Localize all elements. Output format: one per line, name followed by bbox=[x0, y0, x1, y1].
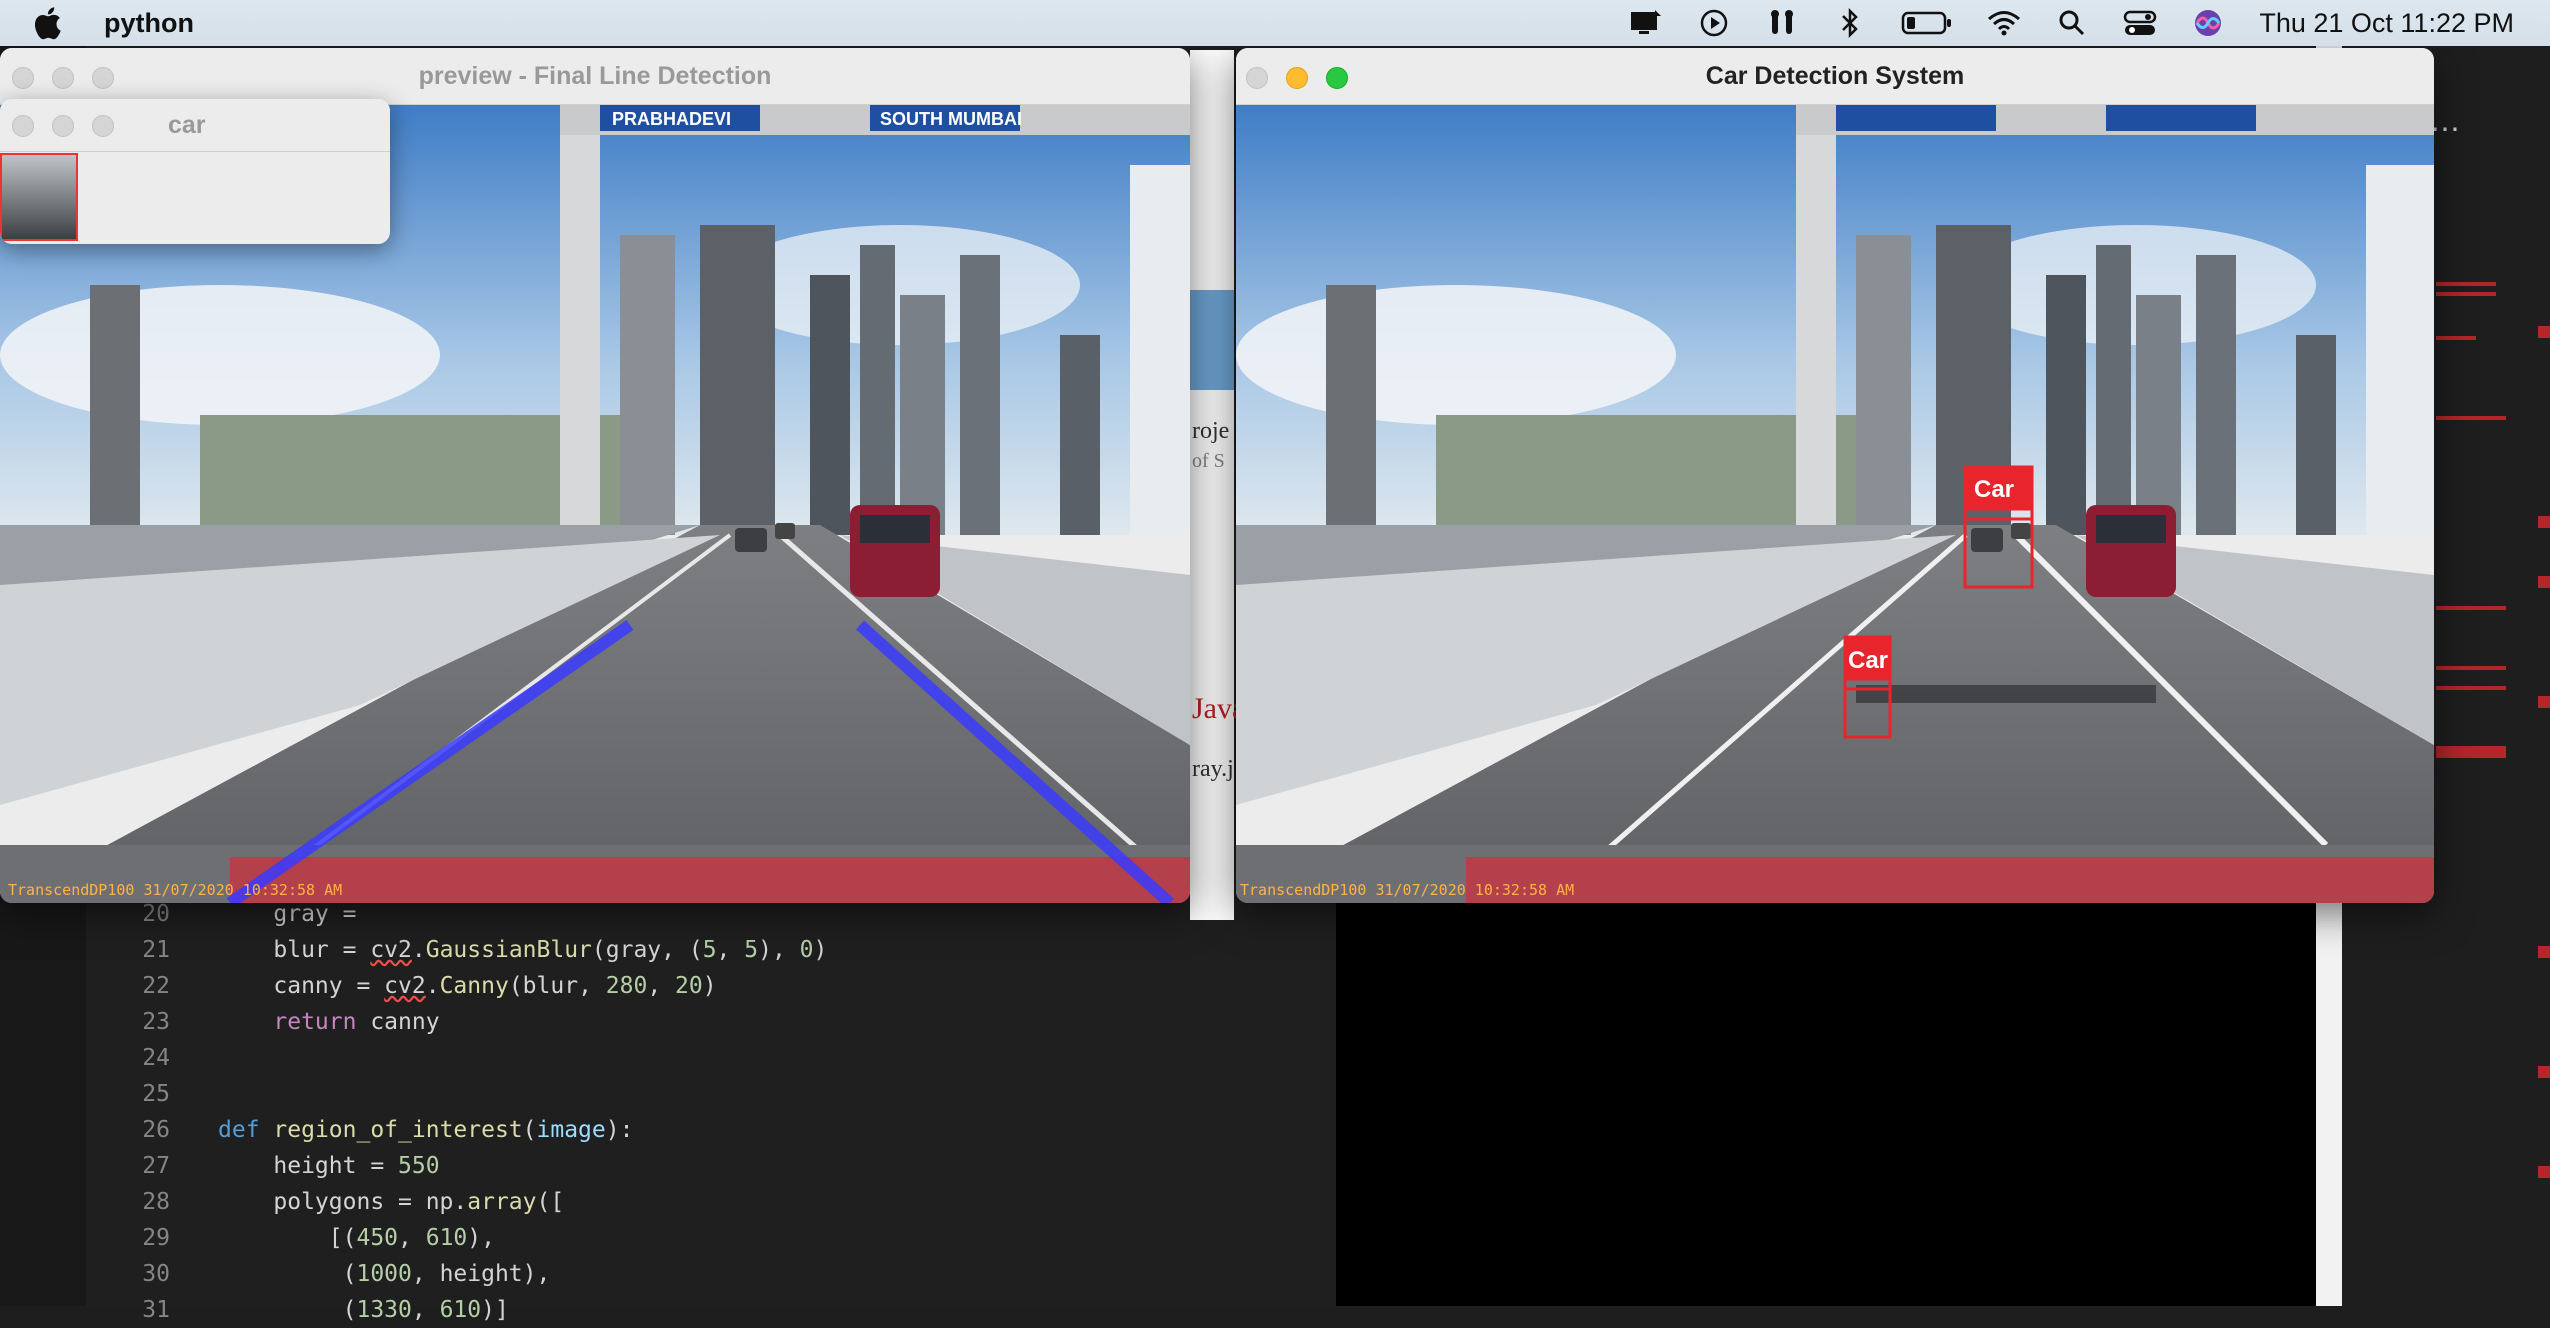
clock[interactable]: Thu 21 Oct 11:22 PM bbox=[2259, 8, 2514, 39]
code-line-24: 24 bbox=[142, 1045, 170, 1071]
window-title: car bbox=[168, 111, 206, 139]
control-center-icon[interactable] bbox=[2123, 8, 2157, 38]
play-icon[interactable] bbox=[1697, 8, 1731, 38]
detection-label-1: Car bbox=[1974, 476, 2014, 503]
app-name[interactable]: python bbox=[104, 8, 194, 39]
code-line-28: 28 polygons = np.array([ bbox=[142, 1189, 565, 1215]
code-line-26: 26 def region_of_interest(image): bbox=[142, 1117, 634, 1143]
sign-left: PRABHADEVI bbox=[612, 109, 731, 129]
battery-icon[interactable] bbox=[1901, 8, 1953, 38]
car-window[interactable]: car bbox=[0, 99, 390, 244]
window-title: preview - Final Line Detection bbox=[418, 62, 772, 90]
wifi-icon[interactable] bbox=[1987, 8, 2021, 38]
code-line-25: 25 bbox=[142, 1081, 170, 1107]
code-line-23: 23 return canny bbox=[142, 1009, 440, 1035]
background-window bbox=[1190, 50, 1234, 920]
code-line-31: 31 (1330, 610)] bbox=[142, 1297, 509, 1323]
more-actions-icon[interactable]: ⋯ bbox=[2430, 112, 2460, 147]
background-text-4: ray.j bbox=[1192, 756, 1234, 782]
bluetooth-icon[interactable] bbox=[1833, 8, 1867, 38]
search-icon[interactable] bbox=[2055, 8, 2089, 38]
sign-right: SOUTH MUMBAI bbox=[880, 109, 1022, 129]
window-title: Car Detection System bbox=[1705, 62, 1965, 90]
detection-label-2: Car bbox=[1848, 647, 1888, 674]
code-line-30: 30 (1000, height), bbox=[142, 1261, 551, 1287]
terminal-panel[interactable] bbox=[1336, 896, 2316, 1306]
car-detection-frame: Car Car TranscendDP100 31/07/2020 10:32:… bbox=[1236, 105, 2434, 903]
code-line-22: 22 canny = cv2.Canny(blur, 280, 20) bbox=[142, 973, 717, 999]
menu-bar: python Thu 21 Oct 11:22 PM bbox=[0, 0, 2550, 46]
airpods-icon[interactable] bbox=[1765, 8, 1799, 38]
background-text-2: of S bbox=[1192, 450, 1225, 472]
code-line-27: 27 height = 550 bbox=[142, 1153, 440, 1179]
code-line-29: 29 [(450, 610), bbox=[142, 1225, 495, 1251]
timestamp: TranscendDP100 31/07/2020 10:32:58 AM bbox=[1240, 881, 1574, 899]
background-text-1: roje bbox=[1192, 418, 1230, 444]
timestamp: TranscendDP100 31/07/2020 10:32:58 AM bbox=[8, 881, 342, 899]
code-area[interactable]: 20 gray = 21 blur = cv2.GaussianBlur(gra… bbox=[86, 896, 1336, 1323]
car-detection-window[interactable]: Car Detection System Car Car TranscendDP… bbox=[1236, 48, 2434, 903]
background-window-image bbox=[1190, 290, 1234, 390]
code-line-21: 21 blur = cv2.GaussianBlur(gray, (5, 5),… bbox=[142, 937, 828, 963]
window-titlebar[interactable]: car bbox=[0, 99, 390, 152]
window-titlebar[interactable]: preview - Final Line Detection bbox=[0, 48, 1190, 105]
screen-record-icon[interactable] bbox=[1629, 8, 1663, 38]
apple-icon[interactable] bbox=[32, 6, 62, 40]
siri-icon[interactable] bbox=[2191, 8, 2225, 38]
window-titlebar[interactable]: Car Detection System bbox=[1236, 48, 2434, 105]
car-crop-thumbnail bbox=[0, 153, 78, 241]
